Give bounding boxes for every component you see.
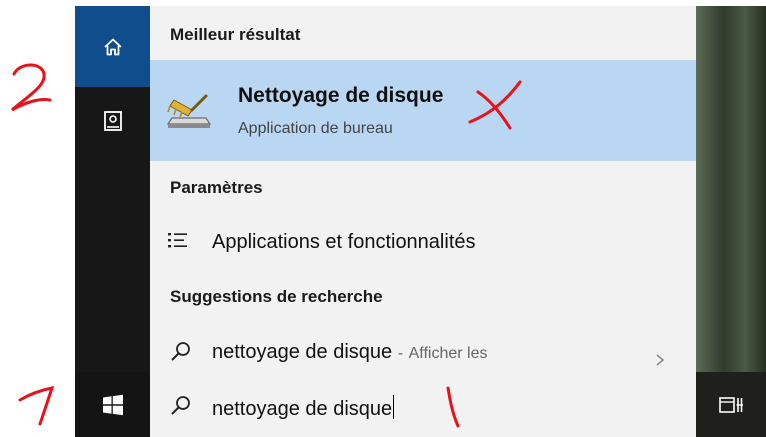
suggestion-query-text: nettoyage de disque bbox=[212, 341, 393, 363]
annotation-number-two bbox=[11, 63, 52, 112]
suggestion-separator: - bbox=[397, 345, 404, 362]
best-match-header: Meilleur résultat bbox=[170, 25, 301, 44]
best-match-title: Nettoyage de disque bbox=[238, 84, 444, 107]
settings-header: Paramètres bbox=[170, 178, 263, 197]
best-match-subtitle: Application de bureau bbox=[238, 120, 393, 137]
home-icon bbox=[103, 38, 122, 55]
windows-start-icon bbox=[102, 394, 123, 415]
settings-item-label: Applications et fonctionnalités bbox=[212, 231, 476, 253]
annotation-number-one bbox=[18, 386, 55, 426]
start-button[interactable] bbox=[75, 372, 150, 437]
text-caret bbox=[393, 395, 395, 419]
search-screen: Meilleur résultat Nettoyage de disque Ap… bbox=[0, 0, 766, 437]
desktop-wallpaper bbox=[696, 6, 766, 372]
suggestion-query: nettoyage de disque - Afficher les bbox=[212, 341, 487, 364]
home-button[interactable] bbox=[75, 6, 150, 87]
taskbar-search-value: nettoyage de disque bbox=[212, 398, 393, 420]
task-view-button[interactable] bbox=[696, 372, 766, 437]
documents-button[interactable] bbox=[75, 87, 150, 155]
search-icon bbox=[171, 342, 190, 361]
taskbar-search-input[interactable]: nettoyage de disque bbox=[212, 395, 395, 421]
chevron-right-icon[interactable] bbox=[652, 352, 668, 368]
search-suggestions-header: Suggestions de recherche bbox=[170, 287, 383, 306]
task-view-icon bbox=[719, 396, 743, 413]
document-icon bbox=[103, 111, 122, 131]
disk-cleanup-icon bbox=[166, 94, 212, 128]
suggestion-hint: Afficher les bbox=[408, 345, 488, 362]
list-icon bbox=[168, 233, 187, 248]
best-match-item[interactable] bbox=[150, 60, 696, 161]
search-icon bbox=[171, 396, 190, 415]
